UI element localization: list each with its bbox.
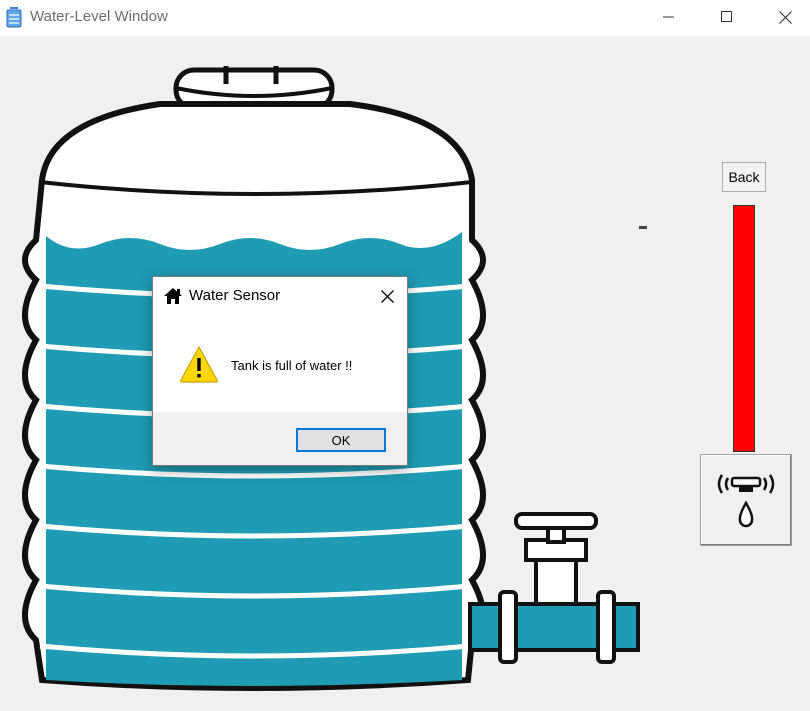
ok-button[interactable]: OK — [296, 428, 386, 452]
home-icon — [164, 288, 182, 304]
minimize-button[interactable] — [642, 0, 696, 34]
close-icon — [778, 10, 792, 24]
minimize-icon — [663, 16, 674, 18]
warning-icon — [180, 345, 218, 383]
maximize-button[interactable] — [700, 0, 754, 34]
dialog-message: Tank is full of water !! — [231, 358, 353, 373]
water-level-bar — [733, 205, 755, 452]
water-level-fill — [734, 206, 754, 451]
water-sensor-icon — [717, 474, 775, 528]
close-button[interactable] — [758, 0, 810, 34]
title-bar: Water-Level Window — [0, 0, 810, 36]
dialog-title: Water Sensor — [189, 287, 281, 304]
back-button[interactable]: Back — [722, 162, 766, 192]
water-tank-icon — [6, 7, 22, 28]
water-sensor-dialog: Water Sensor Tank is full of water !! OK — [152, 276, 408, 466]
level-marker — [639, 226, 647, 229]
maximize-icon — [721, 11, 732, 22]
dialog-footer: OK — [153, 412, 407, 465]
water-sensor-button[interactable] — [700, 454, 792, 546]
close-icon — [380, 289, 394, 303]
window-title: Water-Level Window — [30, 8, 168, 25]
dialog-close-button[interactable] — [375, 285, 399, 307]
